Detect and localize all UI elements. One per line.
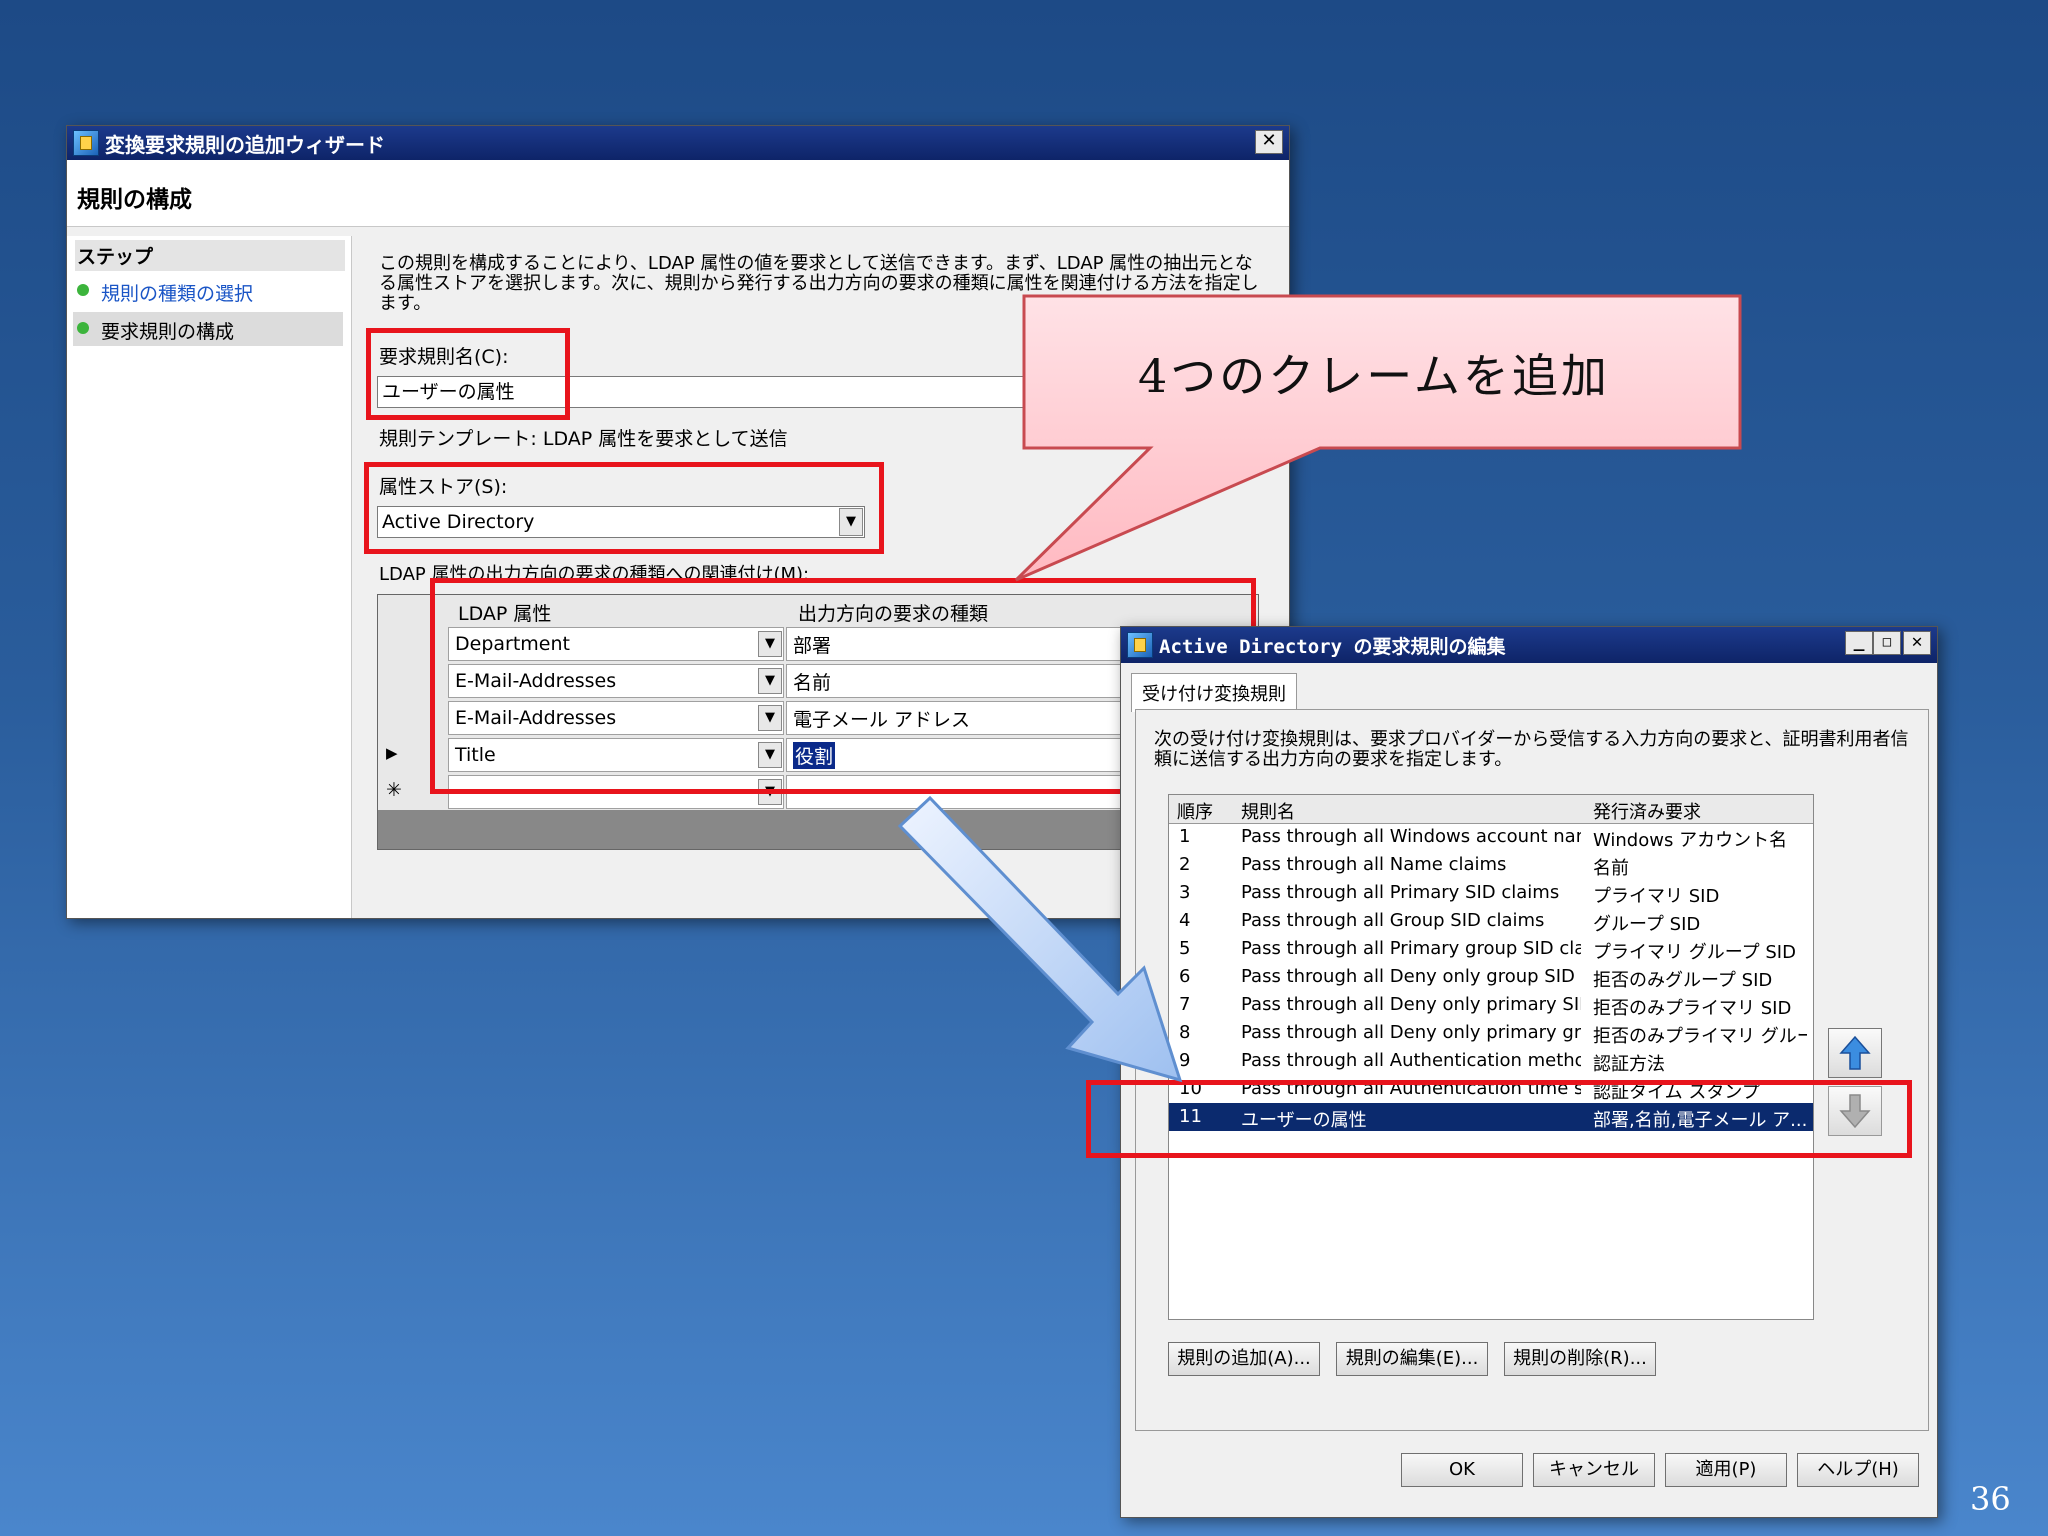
row-marker: ▶ [386, 744, 398, 762]
rule-issued: プライマリ グループ SID [1593, 942, 1796, 963]
tab-acceptance-rules[interactable]: 受け付け変換規則 [1131, 673, 1297, 712]
editor-window: Active Directory の要求規則の編集 _ □ ✕ 受け付け変換規則… [1120, 626, 1938, 1518]
edit-rule-button[interactable]: 規則の編集(E)... [1336, 1342, 1488, 1376]
callout-text: 4つのクレームを追加 [1138, 349, 1610, 403]
steps-pane: ステップ 規則の種類の選択 要求規則の構成 [67, 236, 352, 918]
list-item[interactable]: 8Pass through all Deny only primary grou… [1169, 1019, 1813, 1047]
adfs-icon [73, 130, 99, 156]
rule-issued: 拒否のみプライマリ SID [1593, 998, 1792, 1019]
step-done-icon [77, 284, 89, 296]
move-up-button[interactable] [1828, 1028, 1882, 1078]
new-row-marker: ✳ [386, 779, 402, 801]
highlight-rule-name [366, 328, 570, 420]
rule-template-text: 規則テンプレート: LDAP 属性を要求として送信 [379, 428, 788, 450]
page-title: 規則の構成 [77, 187, 192, 213]
rule-issued: グループ SID [1593, 914, 1701, 935]
rule-issued: 認証方法 [1593, 1054, 1665, 1075]
list-item[interactable]: 7Pass through all Deny only primary SID … [1169, 991, 1813, 1019]
rule-name: Pass through all Deny only primary SID c… [1241, 994, 1581, 1015]
list-item[interactable]: 3 Pass through all Primary SID claims プライマ… [1169, 879, 1813, 907]
editor-title: Active Directory の要求規則の編集 [1159, 635, 1506, 658]
wizard-titlebar[interactable]: 変換要求規則の追加ウィザード ✕ [67, 126, 1289, 160]
rule-issued: 拒否のみグループ SID [1593, 970, 1773, 991]
rule-name: Pass through all Windows account name... [1241, 826, 1581, 847]
rule-issued: 名前 [1593, 858, 1629, 879]
minimize-icon[interactable]: _ [1845, 631, 1873, 655]
list-item[interactable]: 5 Pass through all Primary group SID clai… [1169, 935, 1813, 963]
rules-list[interactable]: 順序 規則名 発行済み要求 1 Pass through all Windows … [1168, 794, 1814, 1320]
list-header: 順序 規則名 発行済み要求 [1169, 795, 1813, 824]
rule-issued: プライマリ SID [1593, 886, 1720, 907]
close-icon[interactable]: ✕ [1255, 130, 1283, 154]
col-issued-header[interactable]: 発行済み要求 [1593, 798, 1701, 824]
rule-name: Pass through all Deny only primary group… [1241, 1022, 1581, 1043]
apply-button[interactable]: 適用(P) [1665, 1453, 1787, 1487]
close-icon[interactable]: ✕ [1903, 631, 1931, 655]
wizard-title: 変換要求規則の追加ウィザード [105, 132, 385, 157]
delete-rule-button[interactable]: 規則の削除(R)... [1504, 1342, 1656, 1376]
pointer-arrow [897, 795, 1183, 1083]
col-name-header[interactable]: 規則名 [1241, 798, 1295, 824]
rule-name: Pass through all Primary group SID claim… [1241, 938, 1581, 959]
list-item[interactable]: 2 Pass through all Name claims 名前 [1169, 851, 1813, 879]
highlight-attribute-store [364, 462, 884, 554]
rule-name: Pass through all Group SID claims [1241, 910, 1545, 931]
step-label: 要求規則の構成 [101, 321, 235, 343]
list-item[interactable]: 6Pass through all Deny only group SID cl… [1169, 963, 1813, 991]
adfs-icon [1127, 632, 1153, 658]
cancel-button[interactable]: キャンセル [1533, 1453, 1655, 1487]
step-item-select-type[interactable]: 規則の種類の選択 [73, 274, 343, 308]
step-current-icon [77, 322, 89, 334]
step-item-configure[interactable]: 要求規則の構成 [73, 312, 343, 346]
ok-button[interactable]: OK [1401, 1453, 1523, 1487]
list-item[interactable]: 1Pass through all Windows account name..… [1169, 823, 1813, 851]
rule-issued: Windows アカウント名 [1593, 830, 1788, 851]
rule-issued: 拒否のみプライマリ グルー... [1593, 1026, 1807, 1047]
arrow-up-icon [1839, 1035, 1871, 1070]
editor-titlebar[interactable]: Active Directory の要求規則の編集 _ □ ✕ [1121, 627, 1937, 663]
slide-number: 36 [1970, 1480, 2011, 1518]
rule-name: Pass through all Primary SID claims [1241, 882, 1560, 903]
list-body: 1Pass through all Windows account name..… [1169, 823, 1813, 1319]
wizard-header: 規則の構成 [67, 160, 1289, 227]
callout-bubble [1014, 294, 1742, 582]
rule-name: Pass through all Authentication method c… [1241, 1050, 1581, 1071]
editor-description: 次の受け付け変換規則は、要求プロバイダーから受信する入力方向の要求と、証明書利用… [1154, 729, 1909, 770]
steps-label: ステップ [75, 240, 345, 271]
maximize-icon[interactable]: □ [1873, 631, 1901, 655]
help-button[interactable]: ヘルプ(H) [1797, 1453, 1919, 1487]
tab-panel: 次の受け付け変換規則は、要求プロバイダーから受信する入力方向の要求と、証明書利用… [1135, 709, 1929, 1431]
step-label: 規則の種類の選択 [101, 283, 254, 305]
rule-name: Pass through all Name claims [1241, 854, 1507, 875]
list-item[interactable]: 9Pass through all Authentication method … [1169, 1047, 1813, 1075]
add-rule-button[interactable]: 規則の追加(A)... [1168, 1342, 1320, 1376]
list-item[interactable]: 4 Pass through all Group SID claims グループ S… [1169, 907, 1813, 935]
rule-name: Pass through all Deny only group SID cla… [1241, 966, 1581, 987]
